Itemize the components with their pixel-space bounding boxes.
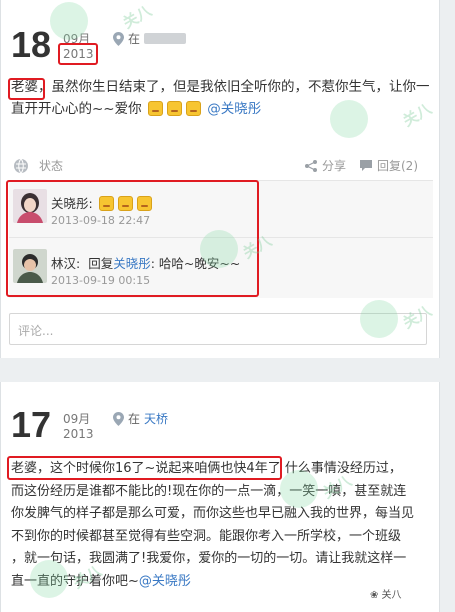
highlight-box <box>7 456 282 480</box>
comment-icon <box>360 160 372 171</box>
reply-button[interactable]: 回复(2) <box>359 157 418 174</box>
location-prefix: 在 <box>128 412 141 426</box>
post-year: 2013 <box>63 427 94 441</box>
location-name[interactable]: 天桥 <box>144 410 168 427</box>
emoji-icon <box>147 101 163 116</box>
highlight-box <box>58 43 98 65</box>
watermark-logo-icon <box>280 470 318 508</box>
watermark-logo-icon <box>360 300 398 338</box>
post-text: 老婆，虽然你生日结束了，但是我依旧全听你的，不惹你生气，让你一 直开开心心的~~… <box>11 76 431 120</box>
share-button[interactable]: 分享 <box>304 157 346 174</box>
post-text-line: 老婆，虽然你生日结束了，但是我依旧全听你的，不惹你生气，让你一 <box>11 79 430 95</box>
emoji-icon <box>166 101 182 116</box>
scrollbar[interactable] <box>440 0 455 612</box>
post-text-line: 你发脾气的样子都是那么可爱，而你这些也早已融入我的世界，每当见 <box>11 506 415 521</box>
post-location[interactable]: 在 天桥 <box>113 410 168 427</box>
mention-link[interactable]: @关晓彤 <box>207 101 261 117</box>
post-location[interactable]: 在 <box>113 30 187 47</box>
post-text-line: ，就一句话，我圆满了!我爱你，爱你的一切的一切。请让我就这样一 <box>11 551 407 566</box>
post-text-line-with-mention: 直开开心心的~~爱你 @关晓彤 <box>11 101 262 117</box>
watermark-logo-icon <box>330 100 368 138</box>
globe-icon <box>14 158 28 173</box>
location-pin-icon <box>113 31 124 46</box>
status-action[interactable]: 状态 <box>13 157 63 174</box>
highlight-box <box>8 78 45 100</box>
location-redacted <box>144 33 187 44</box>
post-day: 17 <box>11 404 52 445</box>
post-text-line: 而这份经历是谁都不能比的!现在你的一点一滴，一笑一嗔，甚至就连 <box>11 483 407 499</box>
footer-watermark: ❀ 关八 <box>370 590 402 601</box>
post-day: 18 <box>11 24 52 65</box>
post-month: 09月 <box>63 412 91 426</box>
watermark-logo-icon <box>200 230 238 268</box>
action-bar: 状态 分享 回复(2) <box>1 152 439 178</box>
watermark-logo-icon <box>30 560 68 598</box>
share-icon <box>305 159 317 172</box>
location-pin-icon <box>113 411 124 426</box>
mention-link[interactable]: @关晓彤 <box>139 574 191 589</box>
watermark-logo-icon <box>50 2 88 40</box>
post-text-line: 不到你的时候都甚至觉得有些空洞。能跟你考入一所学校，一个班级 <box>11 528 402 544</box>
emoji-icon <box>185 101 201 116</box>
